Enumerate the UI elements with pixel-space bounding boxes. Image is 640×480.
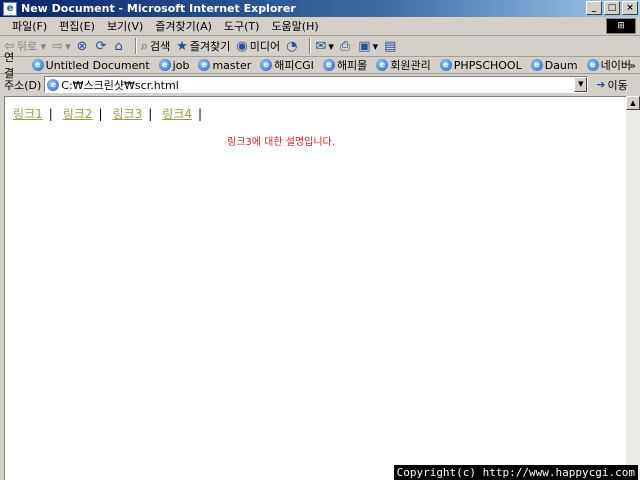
mail-button[interactable]: ✉ ▾ <box>315 39 333 54</box>
ie-page-icon: e <box>31 59 44 71</box>
window-controls: _ □ × <box>586 1 638 15</box>
history-button[interactable]: ◔ <box>286 39 299 54</box>
ie-page-icon: e <box>439 59 452 71</box>
media-icon: ◉ <box>236 38 248 54</box>
close-button[interactable]: × <box>622 1 638 15</box>
chevron-down-icon: ▾ <box>37 39 47 53</box>
link-happymall[interactable]: e 해피몰 <box>322 57 367 73</box>
page-viewport: 링크1 | 링크2 | 링크3 | 링크4 | 링크3에 대한 설명입니다. <box>4 96 626 480</box>
page-link-2[interactable]: 링크2 <box>63 105 93 122</box>
ie-page-icon: e <box>376 59 389 71</box>
link-phpschool[interactable]: e PHPSCHOOL <box>439 59 522 72</box>
edit-document-icon: ▣ <box>358 38 371 54</box>
print-button[interactable]: ⎙ <box>340 39 352 54</box>
toolbar-separator <box>134 38 137 54</box>
links-more-button[interactable]: » <box>629 59 636 72</box>
address-input[interactable] <box>61 77 575 92</box>
nav-separator: | <box>148 106 153 121</box>
link-job[interactable]: e job <box>158 59 189 72</box>
home-icon: ⌂ <box>114 38 123 54</box>
ie-page-icon: e <box>47 78 60 91</box>
go-button[interactable]: ➜ 이동 <box>596 77 627 93</box>
page-link-4[interactable]: 링크4 <box>162 105 192 122</box>
forward-button[interactable]: ⇨ ▾ <box>52 39 70 54</box>
go-label: 이동 <box>607 78 628 92</box>
ie-page-icon: e <box>158 59 171 71</box>
menu-edit[interactable]: 편집(E) <box>53 18 101 34</box>
favorites-icon: ★ <box>176 38 188 54</box>
menu-help[interactable]: 도움말(H) <box>265 18 324 34</box>
page-link-1[interactable]: 링크1 <box>13 105 43 122</box>
refresh-icon: ⟳ <box>95 38 107 54</box>
ie-page-icon: e <box>322 59 335 71</box>
ie-logo-icon: e <box>3 1 17 16</box>
media-label: 미디어 <box>249 40 281 53</box>
favorites-label: 즐겨찾기 <box>189 40 231 53</box>
menu-file[interactable]: 파일(F) <box>6 18 53 34</box>
standard-toolbar: ⇦ 뒤로 ▾ ⇨ ▾ ⊗ ⟳ ⌂ ⌕ 검색 ★ 즐겨찾기 ◉ 미디어 ◔ ✉ ▾… <box>0 36 640 57</box>
favorites-button[interactable]: ★ 즐겨찾기 <box>176 38 230 54</box>
link-member-admin[interactable]: e 회원관리 <box>376 57 431 73</box>
discuss-button[interactable]: ▤ <box>384 39 398 54</box>
ie-page-icon: e <box>530 59 543 71</box>
menu-favorites[interactable]: 즐겨찾기(A) <box>149 18 218 34</box>
search-label: 검색 <box>149 40 171 53</box>
nav-separator: | <box>198 106 203 121</box>
link-untitled-document[interactable]: e Untitled Document <box>31 59 150 72</box>
link-daum[interactable]: e Daum <box>530 59 578 72</box>
nav-separator: | <box>98 106 103 121</box>
chevron-down-icon: ▾ <box>65 39 71 53</box>
menu-bar: 파일(F) 편집(E) 보기(V) 즐겨찾기(A) 도구(T) 도움말(H) ⊞ <box>0 17 640 36</box>
title-bar: e New Document - Microsoft Internet Expl… <box>0 0 640 17</box>
search-icon: ⌕ <box>140 38 148 54</box>
history-icon: ◔ <box>286 38 298 54</box>
page-nav: 링크1 | 링크2 | 링크3 | 링크4 | <box>13 105 212 122</box>
copyright-banner: Copyright(c) http://www.happycgi.com <box>393 465 638 480</box>
forward-arrow-icon: ⇨ <box>52 38 64 54</box>
nav-separator: | <box>48 106 53 121</box>
refresh-button[interactable]: ⟳ <box>96 39 109 54</box>
windows-flag-icon: ⊞ <box>606 18 636 34</box>
window-title: New Document - Microsoft Internet Explor… <box>21 2 296 15</box>
minimize-button[interactable]: _ <box>586 1 602 15</box>
go-arrow-icon: ➜ <box>596 78 606 91</box>
link-master[interactable]: e master <box>198 59 251 72</box>
ie-page-icon: e <box>586 59 599 71</box>
scroll-up-button[interactable]: ▲ <box>626 96 640 110</box>
link-description: 링크3에 대한 설명입니다. <box>227 137 335 148</box>
stop-button[interactable]: ⊗ <box>77 39 90 54</box>
links-bar: 연결 e Untitled Document e job e master e 해피CG… <box>0 51 640 80</box>
discuss-icon: ▤ <box>384 38 397 54</box>
page-link-3[interactable]: 링크3 <box>113 105 143 122</box>
home-button[interactable]: ⌂ <box>114 39 124 54</box>
stop-icon: ⊗ <box>76 38 88 54</box>
toolbar-separator <box>309 38 312 54</box>
maximize-button[interactable]: □ <box>604 1 620 15</box>
address-dropdown-button[interactable]: ▼ <box>574 77 588 92</box>
menu-tools[interactable]: 도구(T) <box>218 18 266 34</box>
address-field: e ▼ <box>44 76 589 93</box>
mail-icon: ✉ <box>315 38 327 54</box>
edit-button[interactable]: ▣ ▾ <box>358 39 378 54</box>
menu-view[interactable]: 보기(V) <box>101 18 149 34</box>
address-bar: 주소(D) e ▼ ➜ 이동 <box>0 74 640 95</box>
search-button[interactable]: ⌕ 검색 <box>141 38 171 54</box>
chevron-down-icon: ▾ <box>328 39 334 53</box>
ie-page-icon: e <box>198 59 211 71</box>
link-naver[interactable]: e 네이버 <box>586 57 631 73</box>
chevron-down-icon: ▾ <box>372 39 379 53</box>
address-label: 주소(D) <box>4 78 42 92</box>
link-happycgi[interactable]: e 해피CGI <box>260 57 314 73</box>
print-icon: ⎙ <box>339 38 351 54</box>
vertical-scrollbar[interactable]: ▲ <box>626 96 640 480</box>
ie-page-icon: e <box>260 59 273 71</box>
media-button[interactable]: ◉ 미디어 <box>236 38 280 54</box>
